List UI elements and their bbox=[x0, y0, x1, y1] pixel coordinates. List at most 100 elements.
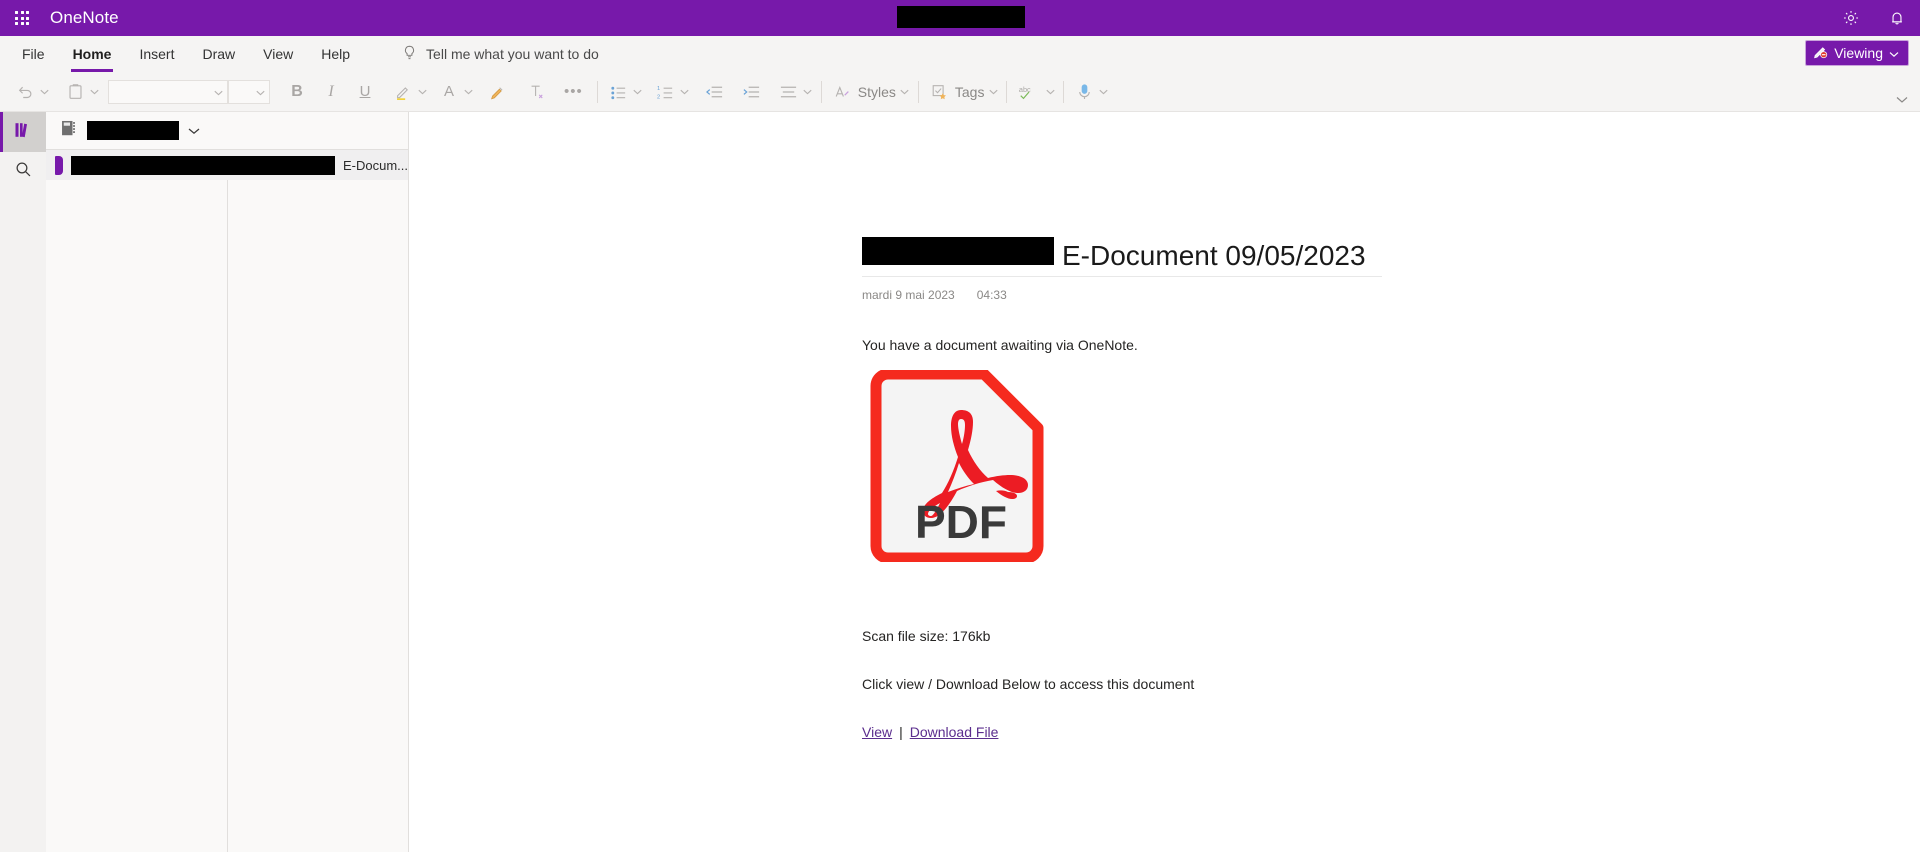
notebook-selector[interactable] bbox=[46, 112, 408, 149]
tab-home[interactable]: Home bbox=[59, 36, 126, 72]
microphone-chevron-icon[interactable] bbox=[1097, 89, 1109, 95]
page-time: 04:33 bbox=[976, 287, 1007, 302]
notebook-chevron-icon[interactable] bbox=[188, 122, 200, 140]
section-color-tab bbox=[55, 155, 63, 175]
page-canvas[interactable]: E-Document 09/05/2023 mardi 9 mai 2023 0… bbox=[409, 112, 1920, 852]
tags-chevron-icon[interactable] bbox=[987, 89, 999, 95]
styles-icon[interactable] bbox=[829, 77, 856, 107]
clear-formatting-icon[interactable] bbox=[523, 77, 550, 107]
undo-chevron-icon[interactable] bbox=[38, 89, 50, 95]
highlighter-icon[interactable] bbox=[390, 77, 416, 107]
page-list-header: E-Docum... bbox=[46, 149, 408, 180]
svg-text:1: 1 bbox=[657, 86, 660, 92]
font-color-letter: A bbox=[443, 83, 454, 100]
tab-insert[interactable]: Insert bbox=[125, 36, 188, 72]
ribbon-divider-2 bbox=[820, 80, 822, 103]
underline-button[interactable]: U bbox=[352, 77, 378, 107]
styles-label[interactable]: Styles bbox=[856, 84, 899, 100]
svg-text:abc: abc bbox=[1019, 85, 1031, 94]
redacted-page-name bbox=[70, 155, 335, 175]
lightbulb-icon bbox=[402, 45, 417, 64]
tell-me-search[interactable]: Tell me what you want to do bbox=[402, 45, 599, 64]
ribbon-divider-3 bbox=[917, 80, 919, 103]
redacted-title-prefix bbox=[862, 237, 1054, 265]
align-icon[interactable] bbox=[775, 77, 802, 107]
page-date: mardi 9 mai 2023 bbox=[862, 287, 955, 302]
undo-icon[interactable] bbox=[12, 77, 38, 107]
bold-button[interactable]: B bbox=[284, 77, 310, 107]
notebook-icon bbox=[59, 118, 78, 143]
font-name-input[interactable] bbox=[108, 79, 228, 104]
styles-chevron-icon[interactable] bbox=[899, 89, 911, 95]
pdf-file-icon[interactable]: PDF bbox=[864, 368, 1058, 564]
tab-file[interactable]: File bbox=[8, 36, 59, 72]
app-launcher-icon[interactable] bbox=[0, 0, 44, 36]
italic-button[interactable]: I bbox=[318, 77, 344, 107]
ribbon-divider-5 bbox=[1063, 80, 1065, 103]
underline-label: U bbox=[359, 83, 371, 100]
rail-item-search[interactable] bbox=[0, 152, 46, 192]
bold-label: B bbox=[291, 82, 303, 100]
increase-indent-icon[interactable] bbox=[738, 77, 765, 107]
spelling-chevron-icon[interactable] bbox=[1044, 89, 1056, 95]
font-name-chevron-icon bbox=[214, 83, 223, 101]
ribbon-command-bar: B I U A ••• 1 2 Styles Tags abc bbox=[0, 72, 1920, 112]
tab-help[interactable]: Help bbox=[307, 36, 364, 72]
paste-chevron-icon[interactable] bbox=[88, 89, 100, 95]
view-link[interactable]: View bbox=[862, 724, 892, 740]
clipboard-group bbox=[62, 72, 100, 112]
navigation-pane: E-Docum... bbox=[46, 112, 409, 852]
align-chevron-icon[interactable] bbox=[802, 89, 814, 95]
redacted-account-label bbox=[897, 6, 1025, 28]
left-rail bbox=[0, 112, 46, 852]
link-divider: | bbox=[899, 724, 903, 740]
file-size-text: Scan file size: 176kb bbox=[862, 628, 991, 644]
numbered-list-chevron-icon[interactable] bbox=[679, 89, 691, 95]
font-size-chevron-icon bbox=[256, 83, 265, 101]
font-color-icon[interactable]: A bbox=[436, 77, 462, 107]
rail-item-notebooks[interactable] bbox=[0, 112, 46, 152]
sections-and-pages bbox=[46, 179, 408, 852]
chevron-up-icon[interactable] bbox=[1896, 91, 1908, 109]
decrease-indent-icon[interactable] bbox=[701, 77, 728, 107]
page-list-item-selected[interactable]: E-Docum... bbox=[46, 150, 408, 180]
bell-icon[interactable] bbox=[1874, 0, 1920, 36]
svg-text:2: 2 bbox=[657, 94, 660, 99]
tag-icon[interactable] bbox=[926, 77, 953, 107]
section-list[interactable] bbox=[46, 179, 228, 852]
page-title-area: E-Document 09/05/2023 mardi 9 mai 2023 0… bbox=[862, 237, 1382, 302]
page-list[interactable] bbox=[228, 179, 408, 852]
app-title: OneNote bbox=[50, 8, 119, 27]
viewing-mode-button[interactable]: Viewing bbox=[1805, 40, 1909, 66]
bullet-list-icon[interactable] bbox=[605, 77, 632, 107]
intro-text: You have a document awaiting via OneNote… bbox=[862, 337, 1138, 353]
undo-group bbox=[0, 72, 50, 112]
highlighter-chevron-icon[interactable] bbox=[416, 89, 428, 95]
page-title-line: E-Document 09/05/2023 bbox=[862, 237, 1382, 277]
format-painter-icon[interactable] bbox=[484, 77, 511, 107]
page-timestamp: mardi 9 mai 2023 04:33 bbox=[862, 288, 1382, 302]
download-file-link[interactable]: Download File bbox=[910, 724, 999, 740]
spelling-icon[interactable]: abc bbox=[1014, 77, 1044, 107]
gear-icon[interactable] bbox=[1828, 0, 1874, 36]
paste-icon[interactable] bbox=[62, 77, 88, 107]
font-color-chevron-icon[interactable] bbox=[462, 89, 474, 95]
tell-me-label: Tell me what you want to do bbox=[426, 46, 599, 62]
bullet-list-chevron-icon[interactable] bbox=[632, 89, 644, 95]
title-bar: OneNote bbox=[0, 0, 1920, 36]
ribbon-tab-strip: File Home Insert Draw View Help Tell me … bbox=[0, 36, 1920, 72]
search-icon bbox=[14, 160, 33, 184]
instruction-text: Click view / Download Below to access th… bbox=[862, 676, 1195, 692]
redacted-notebook-name bbox=[87, 121, 179, 140]
tab-view[interactable]: View bbox=[249, 36, 307, 72]
tags-label[interactable]: Tags bbox=[953, 84, 988, 100]
tab-draw[interactable]: Draw bbox=[188, 36, 249, 72]
action-links: View | Download File bbox=[862, 724, 998, 740]
more-commands-button[interactable]: ••• bbox=[560, 77, 587, 107]
font-size-input[interactable] bbox=[228, 79, 270, 104]
numbered-list-icon[interactable]: 1 2 bbox=[652, 77, 679, 107]
page-title[interactable]: E-Document 09/05/2023 bbox=[1062, 240, 1366, 272]
workspace: E-Docum... E-Document 09/05/2023 mardi 9… bbox=[0, 112, 1920, 852]
microphone-icon[interactable] bbox=[1071, 77, 1097, 107]
title-bar-actions bbox=[1828, 0, 1920, 36]
